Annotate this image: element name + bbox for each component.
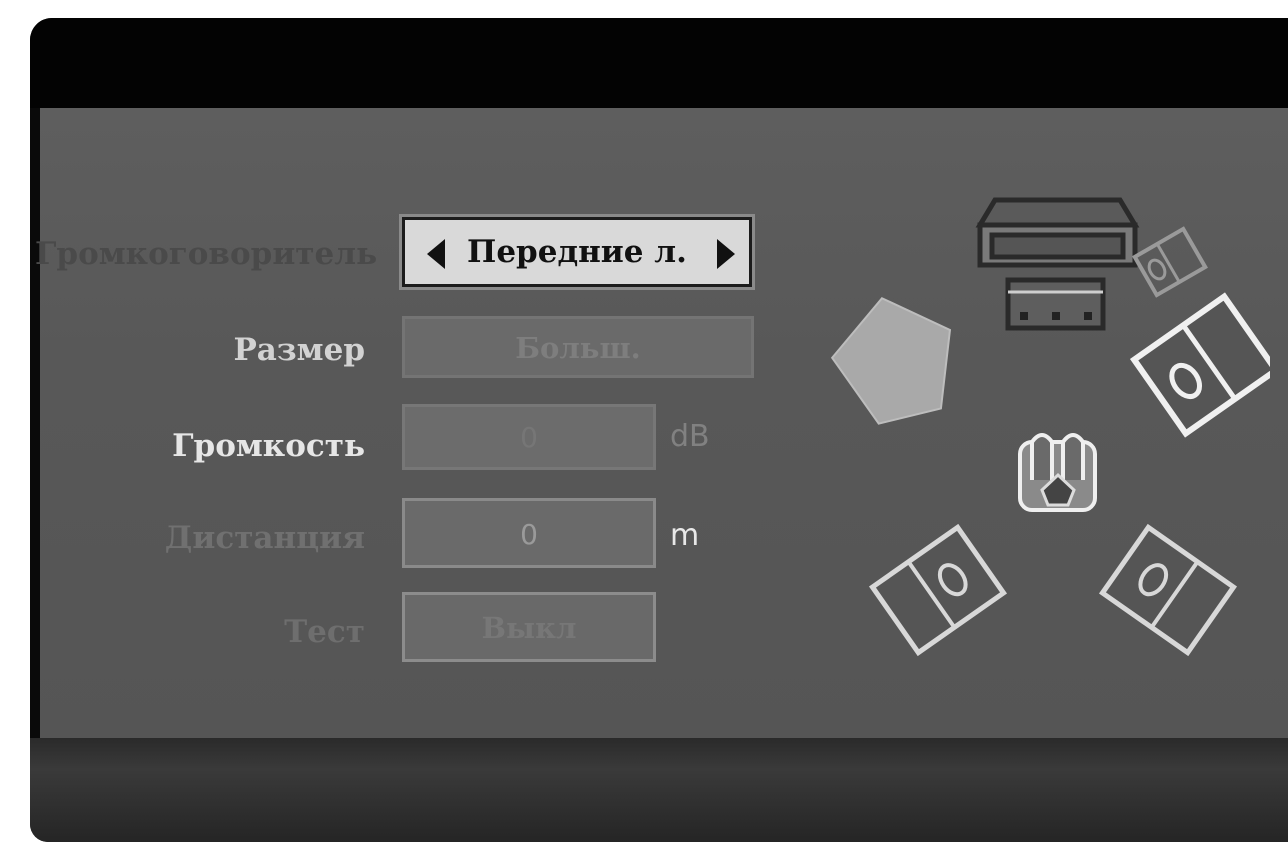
size-field[interactable]: Больш. [402,316,754,378]
bottom-bar [30,738,1288,842]
volume-value: 0 [520,421,538,454]
volume-field[interactable]: 0 [402,404,656,470]
top-bar [30,18,1288,108]
volume-unit: dB [670,419,710,454]
distance-label: Дистанция [164,520,365,556]
volume-label: Громкость [172,428,365,464]
size-label: Размер [233,332,365,368]
distance-value: 0 [520,518,538,551]
distance-unit: m [670,518,700,553]
subwoofer-icon[interactable] [1005,277,1106,331]
test-value: Выкл [481,611,577,645]
surround-right-speaker-icon[interactable] [1098,523,1238,657]
distance-field[interactable]: 0 [402,498,656,568]
speaker-label: Громкоговоритель [35,236,378,272]
speaker-selector[interactable]: Передние л. [402,217,752,287]
front-right-small-speaker-icon[interactable] [1132,226,1208,298]
test-field[interactable]: Выкл [402,592,656,662]
front-left-speaker-icon[interactable] [820,290,973,445]
size-value: Больш. [515,331,641,365]
front-right-speaker-icon[interactable] [1129,292,1270,438]
speaker-layout [820,197,1270,657]
speaker-value: Передние л. [467,234,687,270]
center-speaker-icon[interactable] [975,197,1140,268]
listener-icon [1018,433,1097,512]
test-label: Тест [284,614,365,650]
arrow-right-icon[interactable] [717,239,735,269]
surround-left-speaker-icon[interactable] [868,523,1008,657]
